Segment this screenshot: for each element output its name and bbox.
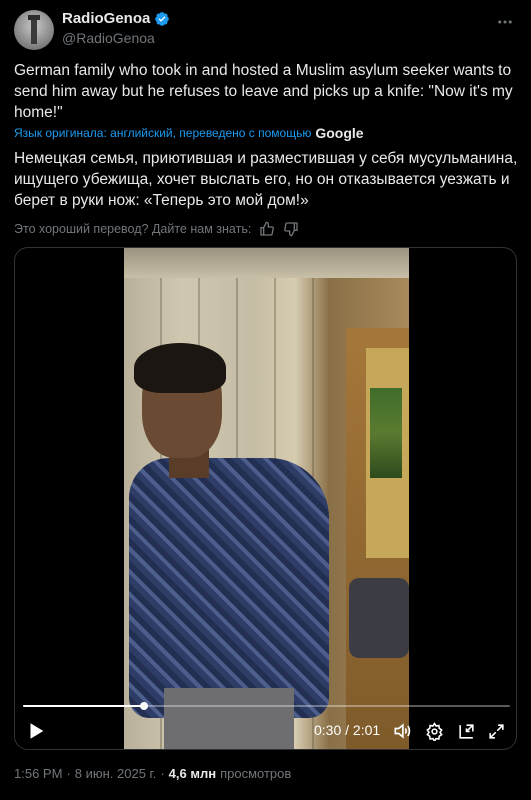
tweet-meta: 1:56 PM · 8 июн. 2025 г. · 4,6 млн просм… (14, 766, 291, 781)
picture-in-picture-icon[interactable] (456, 721, 476, 741)
avatar-tower-shape (31, 18, 37, 44)
google-logo: Google (315, 125, 364, 141)
video-wall-picture (370, 388, 402, 478)
author-handle[interactable]: @RadioGenoa (62, 30, 155, 46)
tweet-time[interactable]: 1:56 PM (14, 766, 62, 781)
volume-icon[interactable] (392, 721, 412, 741)
translation-feedback: Это хороший перевод? Дайте нам знать: (14, 221, 299, 237)
translation-note: Язык оригинала: английский, переведено с… (14, 125, 364, 141)
author-display-name[interactable]: RadioGenoa (62, 10, 150, 27)
video-person-hair (134, 343, 226, 393)
translated-text: Немецкая семья, приютившая и разместивша… (14, 150, 518, 209)
author-name-row: RadioGenoa (62, 10, 170, 27)
views-label: просмотров (220, 766, 292, 781)
tweet-date[interactable]: 8 июн. 2025 г. (75, 766, 157, 781)
meta-separator: · (66, 766, 71, 781)
video-progress-handle[interactable] (139, 702, 148, 710)
verified-badge-icon (155, 11, 170, 26)
avatar-tower-top (28, 15, 40, 20)
feedback-prompt: Это хороший перевод? Дайте нам знать: (14, 222, 252, 236)
video-player[interactable]: 0:30 / 2:01 (14, 247, 517, 750)
video-time: 0:30 / 2:01 (314, 722, 381, 738)
video-person-pants (164, 688, 294, 749)
video-ceiling (124, 248, 409, 278)
video-progress-fill (23, 705, 144, 707)
views-count: 4,6 млн (168, 766, 217, 781)
video-frame[interactable] (124, 248, 409, 749)
fullscreen-icon[interactable] (486, 721, 506, 741)
video-progress-bar[interactable] (23, 702, 510, 710)
play-icon[interactable] (25, 720, 47, 742)
video-person-shirt (129, 458, 329, 718)
meta-separator: · (160, 766, 165, 781)
translation-note-text: Язык оригинала: английский, переведено с… (14, 126, 312, 140)
thumbs-down-icon[interactable] (283, 221, 299, 237)
avatar[interactable] (14, 10, 54, 50)
more-icon[interactable] (495, 12, 515, 32)
gear-icon[interactable] (424, 721, 444, 741)
video-bedding (349, 578, 409, 658)
thumbs-up-icon[interactable] (259, 221, 275, 237)
tweet-text: German family who took in and hosted a M… (14, 62, 513, 121)
